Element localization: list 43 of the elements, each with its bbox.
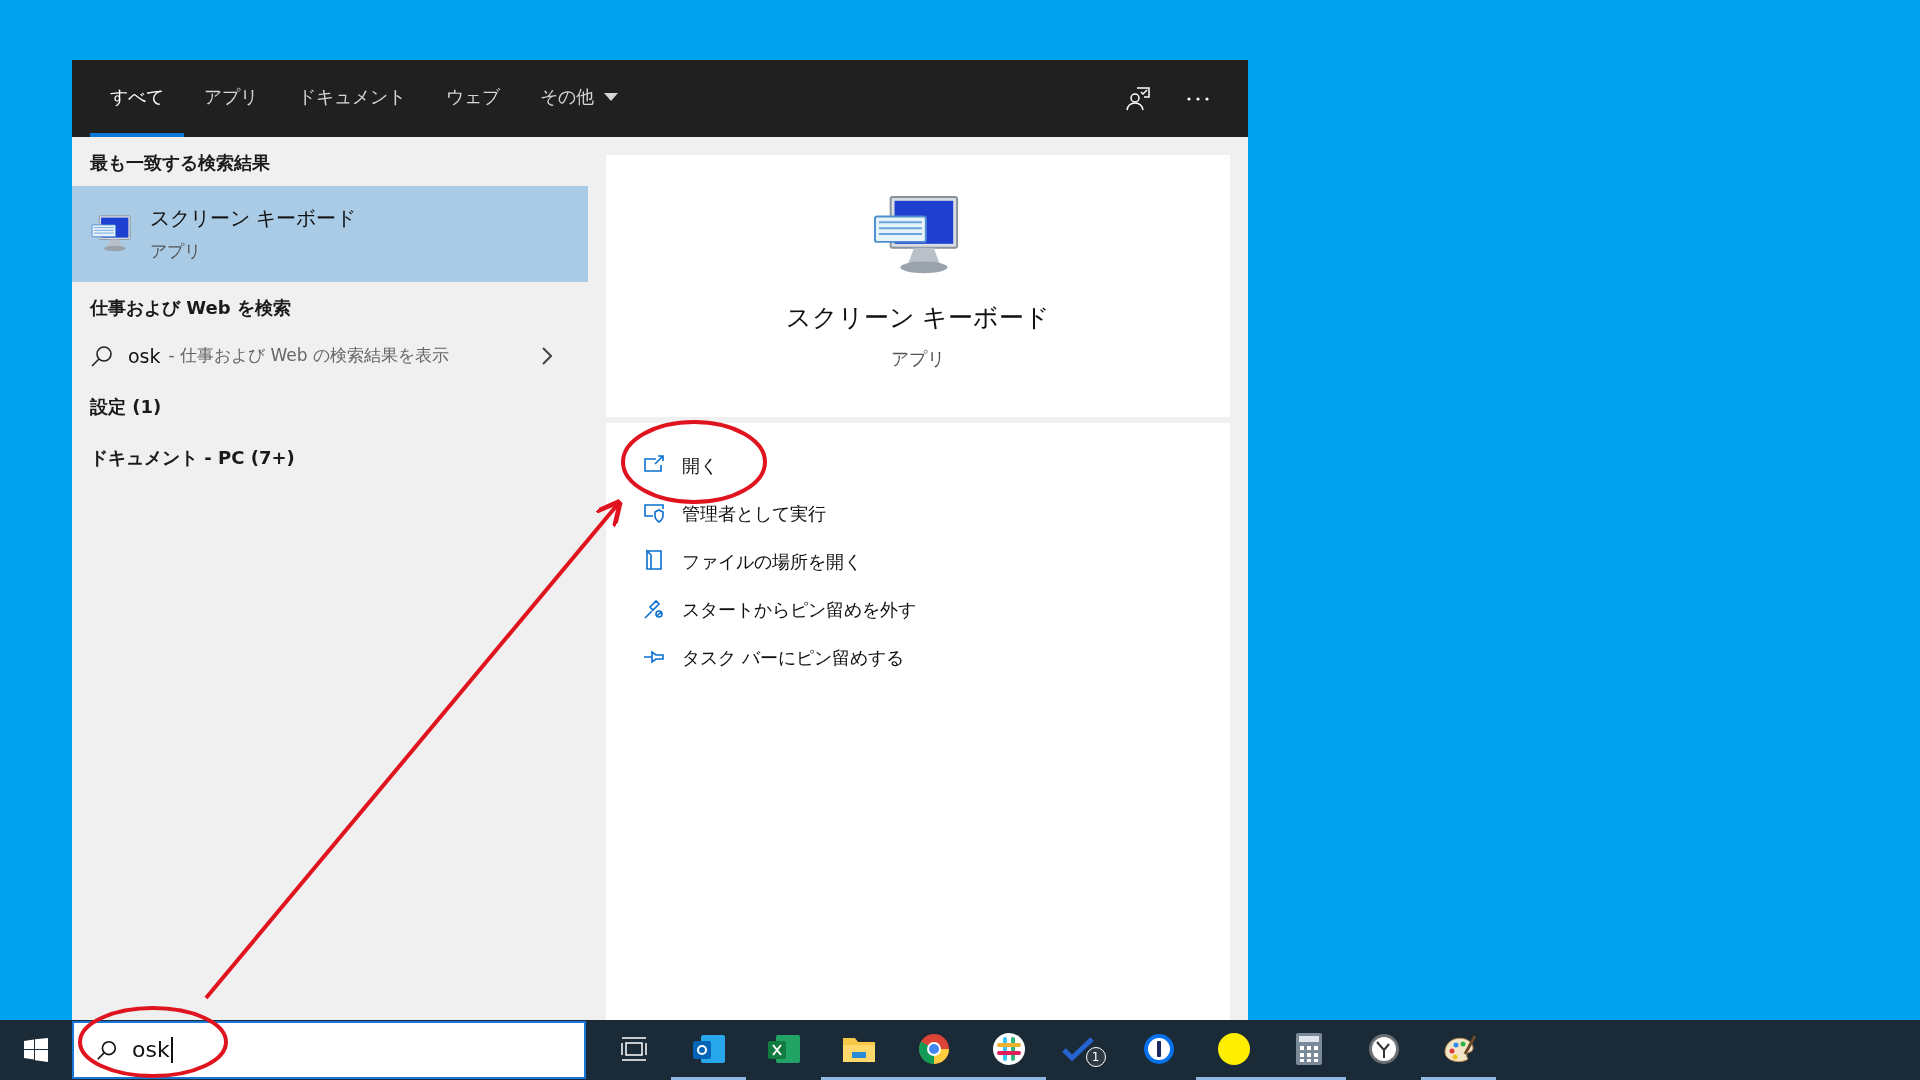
taskbar-button[interactable]: 1: [1046, 1020, 1121, 1080]
search-tab[interactable]: ドキュメント: [278, 60, 426, 137]
task-view-icon[interactable]: [619, 1035, 648, 1062]
result-subtitle: アプリ: [150, 240, 202, 264]
caret-icon: [604, 92, 618, 101]
search-text: osk: [132, 1037, 173, 1063]
action-item[interactable]: ファイルの場所を開く: [642, 537, 862, 585]
action-item[interactable]: スタートからピン留めを外す: [642, 585, 916, 633]
action-item[interactable]: 管理者として実行: [642, 489, 826, 537]
mail-app-icon[interactable]: [690, 1032, 727, 1065]
section-heading: 仕事および Web を検索: [88, 296, 292, 320]
chevron-right-icon: [542, 347, 552, 365]
spreadsheet-app-icon[interactable]: [765, 1032, 802, 1065]
shield-icon: [642, 501, 666, 525]
notification-count: 1: [1085, 1046, 1106, 1067]
windows-logo-icon: [24, 1038, 48, 1062]
calculator-icon[interactable]: [1294, 1031, 1323, 1066]
section-heading: 最も一致する検索結果: [89, 151, 271, 175]
search-tab[interactable]: その他: [520, 60, 638, 137]
result-title: スクリーン キーボード: [150, 205, 357, 233]
browser-icon[interactable]: [917, 1032, 950, 1065]
circle-app-icon[interactable]: [1216, 1031, 1251, 1066]
more-icon: [1187, 96, 1209, 101]
feedback-icon: [1125, 85, 1151, 112]
web-search-suggestion[interactable]: osk - 仕事および Web の検索結果を表示: [72, 331, 588, 381]
search-icon: [90, 344, 114, 368]
result-group-heading[interactable]: 設定 (1): [72, 381, 588, 432]
keyboard-monitor-icon: [90, 214, 134, 254]
search-tab[interactable]: アプリ: [184, 60, 278, 137]
search-tab[interactable]: ウェブ: [426, 60, 520, 137]
result-group-heading[interactable]: ドキュメント - PC (7+): [72, 432, 588, 483]
preview-subtitle: アプリ: [891, 346, 945, 371]
preview-title: スクリーン キーボード: [785, 302, 1051, 334]
suggestion-hint: - 仕事および Web の検索結果を表示: [168, 344, 449, 368]
query-text: osk: [128, 343, 161, 369]
hash-app-icon[interactable]: [991, 1031, 1026, 1066]
clock-icon[interactable]: [1367, 1032, 1400, 1065]
action-item[interactable]: タスク バーにピン留めする: [642, 633, 904, 681]
keyhole-app-icon[interactable]: [1142, 1032, 1175, 1065]
unpin-icon: [642, 597, 666, 621]
search-box[interactable]: osk: [72, 1021, 586, 1079]
best-match-result[interactable]: スクリーン キーボード アプリ: [72, 186, 588, 282]
search-icon: [96, 1039, 118, 1061]
